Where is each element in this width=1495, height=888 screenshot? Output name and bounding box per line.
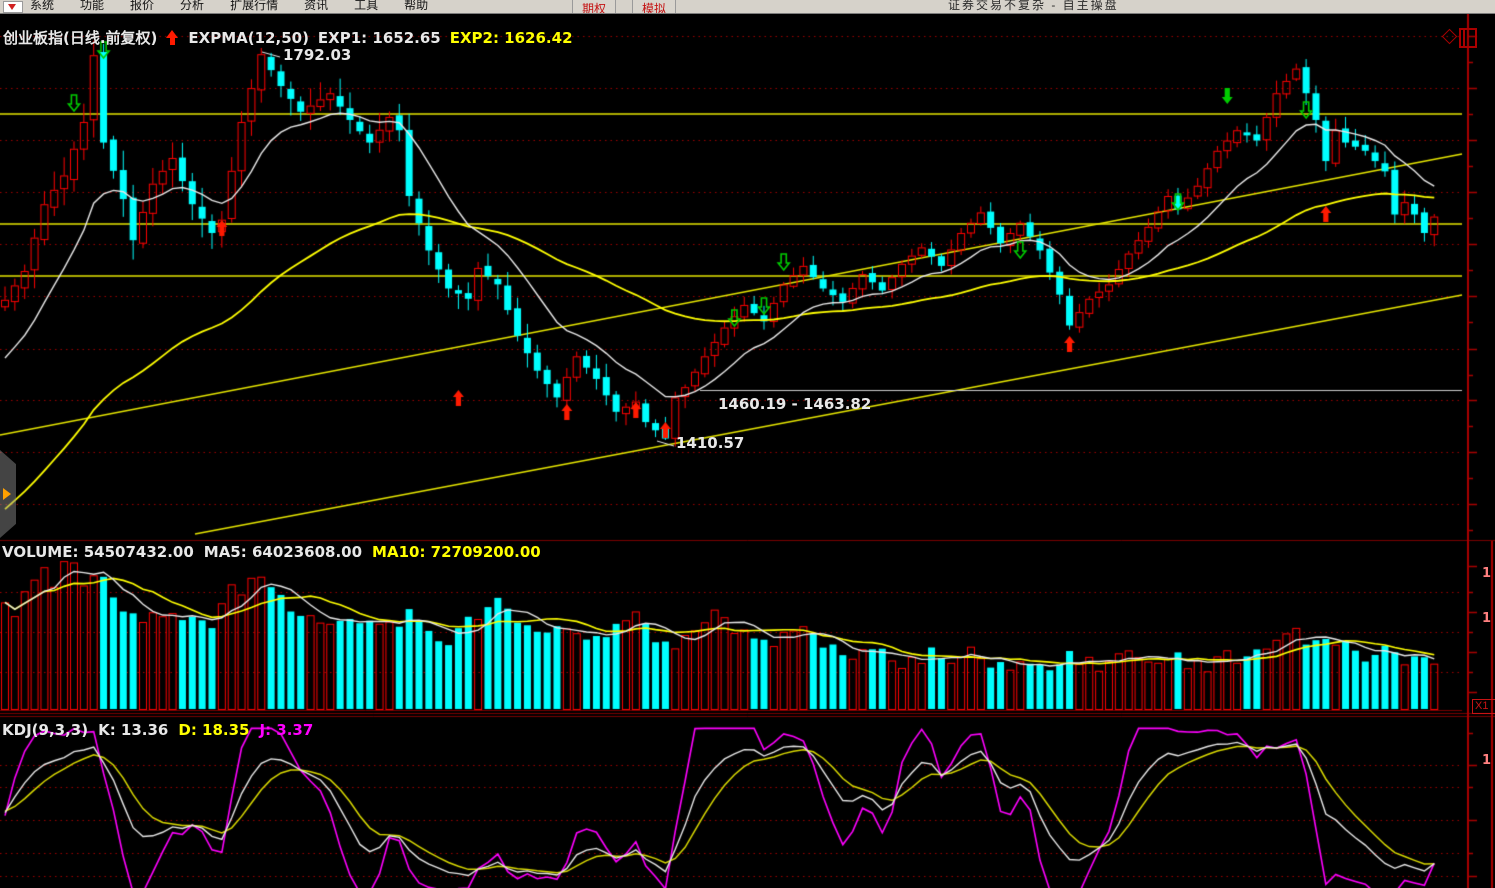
kdj-d-value: D: 18.35	[178, 721, 249, 739]
menu-item-2[interactable]: 功能	[80, 0, 104, 13]
x1-scale-badge[interactable]: X1	[1472, 699, 1495, 714]
volume-ma5-value: MA5: 64023608.00	[204, 543, 362, 561]
trough-price-annotation: 1410.57	[676, 434, 744, 452]
axis-label-partial-2: 1	[1482, 611, 1491, 626]
chart-canvas[interactable]	[0, 0, 1495, 888]
volume-pane-title: VOLUME: 54507432.00 MA5: 64023608.00 MA1…	[2, 543, 541, 561]
axis-label-partial-3: 1	[1482, 753, 1491, 768]
main-chart-title: 创业板指(日线.前复权) EXPMA(12,50) EXP1: 1652.65 …	[3, 27, 573, 48]
menu-item-5[interactable]: 扩展行情	[230, 0, 278, 13]
app-icon[interactable]	[3, 1, 23, 13]
menu-bar: 系统 功能 报价 分析 扩展行情 资讯 工具 帮助 期权 模拟 证券交易不复杂 - 自主操盘	[0, 0, 1495, 14]
hot-menu-item-1[interactable]: 期权	[572, 0, 616, 14]
menu-item-3[interactable]: 报价	[130, 0, 154, 13]
kdj-indicator-label[interactable]: KDJ(9,3,3)	[2, 721, 88, 739]
app-icon-glyph	[8, 4, 16, 10]
gap-range-annotation: 1460.19 - 1463.82	[718, 395, 871, 413]
menu-item-7[interactable]: 工具	[354, 0, 378, 13]
hot-menu-items: 期权 模拟	[572, 0, 692, 14]
split-window-icon[interactable]	[1459, 28, 1477, 48]
exp1-value: EXP1: 1652.65	[318, 29, 441, 47]
volume-value: VOLUME: 54507432.00	[2, 543, 194, 561]
exp2-value: EXP2: 1626.42	[450, 29, 573, 47]
kdj-j-value: J: 3.37	[260, 721, 314, 739]
menu-item-4[interactable]: 分析	[180, 0, 204, 13]
peak-price-annotation: 1792.03	[283, 46, 351, 64]
sidebar-expand-handle[interactable]	[0, 450, 16, 538]
menu-items: 系统 功能 报价 分析 扩展行情 资讯 工具 帮助	[30, 0, 454, 14]
menu-item-1[interactable]: 系统	[30, 0, 54, 13]
kdj-pane-title: KDJ(9,3,3) K: 13.36 D: 18.35 J: 3.37	[2, 721, 313, 739]
menubar-slogan: 证券交易不复杂 - 自主操盘	[948, 0, 1119, 13]
trading-app-window: 系统 功能 报价 分析 扩展行情 资讯 工具 帮助 期权 模拟 证券交易不复杂 - 自主操盘 创…	[0, 0, 1495, 888]
expand-arrow-icon	[3, 488, 11, 500]
hot-menu-item-2[interactable]: 模拟	[632, 0, 676, 14]
menu-item-6[interactable]: 资讯	[304, 0, 328, 13]
symbol-period-label: 创业板指(日线.前复权)	[3, 27, 157, 48]
indicator-label[interactable]: EXPMA(12,50)	[188, 29, 309, 47]
up-arrow-icon	[166, 30, 179, 46]
axis-label-partial-1: 1	[1482, 566, 1491, 581]
volume-ma10-value: MA10: 72709200.00	[372, 543, 541, 561]
menu-item-8[interactable]: 帮助	[404, 0, 428, 13]
kdj-k-value: K: 13.36	[98, 721, 168, 739]
